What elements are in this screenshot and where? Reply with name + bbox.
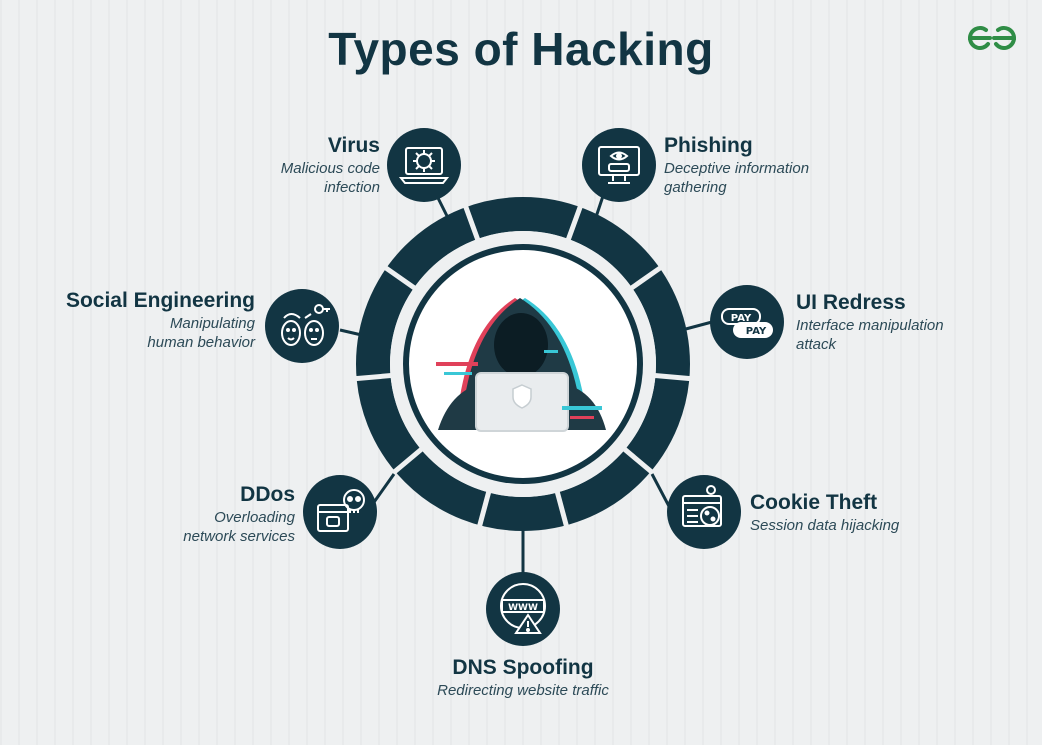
label-dns-spoofing: DNS Spoofing Redirecting website traffic [393,655,653,700]
phishing-title: Phishing [664,134,753,157]
ui-redress-desc-line1: Interface manipulation [796,317,944,334]
node-phishing [582,128,656,202]
social-engineering-title: Social Engineering [65,289,255,312]
hacking-types-diagram: PAY PAY WWW [265,128,784,646]
ddos-title: DDos [240,483,295,506]
social-engineering-desc-line1: Manipulating [169,315,255,332]
connector-ui-redress [681,320,713,332]
node-virus [387,128,461,202]
node-cookie-theft [667,475,741,549]
social-engineering-desc-line2: human behavior [147,334,255,351]
phishing-desc-line1: Deceptive information [664,160,810,177]
ddos-desc-line1: Overloading [214,509,295,526]
cookie-theft-title: Cookie Theft [750,491,878,514]
node-social-engineering [265,289,339,363]
label-virus: Virus Malicious code infection [190,133,380,197]
label-cookie-theft: Cookie Theft Session data hijacking [750,490,950,535]
ddos-desc-line2: network services [183,528,295,545]
dns-spoofing-desc-line1: Redirecting website traffic [437,682,609,699]
ui-redress-desc-line2: attack [796,336,837,353]
label-ui-redress: UI Redress Interface manipulation attack [796,290,996,354]
www-text: WWW [508,603,538,613]
node-ddos [303,475,377,549]
connector-ddos [370,473,396,506]
virus-title: Virus [327,134,380,157]
virus-desc-line2: infection [324,179,380,196]
pay-text-2: PAY [746,326,767,337]
virus-desc-line1: Malicious code [280,160,380,177]
cookie-theft-desc-line1: Session data hijacking [750,517,900,534]
label-social-engineering: Social Engineering Manipulating human be… [40,288,255,352]
node-ui-redress: PAY PAY [710,285,784,359]
phishing-desc-line2: gathering [664,179,727,196]
label-phishing: Phishing Deceptive information gathering [664,133,864,197]
label-ddos: DDos Overloading network services [105,482,295,546]
ui-redress-title: UI Redress [796,291,906,314]
node-dns-spoofing: WWW [486,572,560,646]
dns-spoofing-title: DNS Spoofing [452,656,594,679]
